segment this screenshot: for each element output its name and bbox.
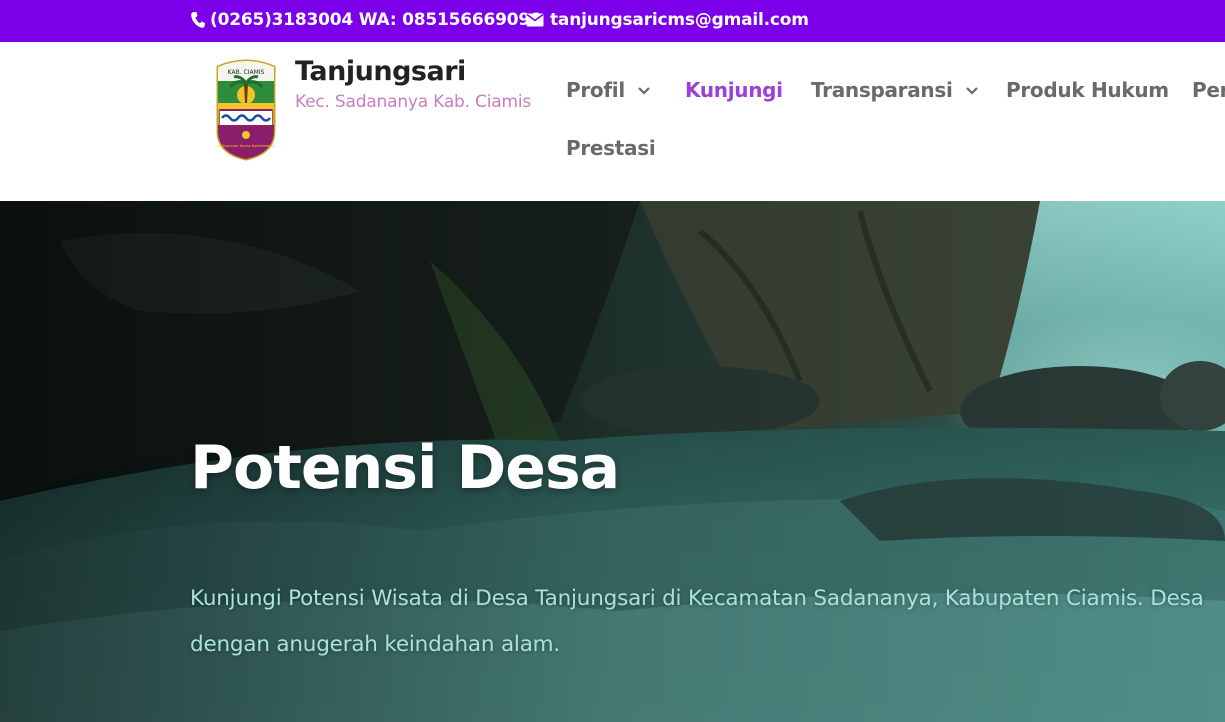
hero-title: Potensi Desa: [190, 433, 620, 503]
chevron-down-icon: [638, 86, 650, 95]
email-text: tanjungsaricms@gmail.com: [550, 10, 809, 30]
nav-item-kunjungi[interactable]: Kunjungi: [685, 78, 783, 102]
nav-item-prestasi[interactable]: Prestasi: [566, 136, 656, 160]
contact-phone[interactable]: (0265)3183004 WA: 085156669090: [190, 10, 542, 30]
nav-label: Transparansi: [811, 78, 953, 102]
contact-email[interactable]: tanjungsaricms@gmail.com: [526, 10, 809, 30]
nav-item-produk-hukum[interactable]: Produk Hukum: [1006, 78, 1169, 102]
nav-item-per[interactable]: Per: [1192, 78, 1225, 102]
phone-text: (0265)3183004 WA: 085156669090: [210, 10, 542, 30]
logo-motto-text: Mahayunan Ayuna Kadaluwarsa: [217, 144, 274, 148]
nav-item-transparansi[interactable]: Transparansi: [811, 78, 979, 102]
nav-label: Prestasi: [566, 136, 656, 160]
phone-icon: [191, 12, 205, 28]
logo-emblem[interactable]: KAB. CIAMIS Mahayunan Ayuna Kadaluwarsa: [214, 59, 278, 161]
top-contact-bar: (0265)3183004 WA: 085156669090 tanjungsa…: [0, 0, 1225, 42]
hero-banner: Potensi Desa Kunjungi Potensi Wisata di …: [0, 201, 1225, 722]
site-title[interactable]: Tanjungsari: [295, 56, 466, 87]
site-tagline: Kec. Sadananya Kab. Ciamis: [295, 92, 531, 112]
nav-item-profil[interactable]: Profil: [566, 78, 651, 102]
nav-label: Per: [1192, 78, 1225, 102]
logo-top-text: KAB. CIAMIS: [228, 69, 265, 76]
envelope-icon: [526, 13, 544, 27]
site-header: KAB. CIAMIS Mahayunan Ayuna Kadaluwarsa …: [0, 42, 1225, 201]
nav-label: Produk Hukum: [1006, 78, 1169, 102]
chevron-down-icon: [965, 86, 978, 95]
hero-description: Kunjungi Potensi Wisata di Desa Tanjungs…: [190, 586, 1204, 657]
nav-label: Profil: [566, 78, 625, 102]
nav-label: Kunjungi: [685, 78, 783, 102]
